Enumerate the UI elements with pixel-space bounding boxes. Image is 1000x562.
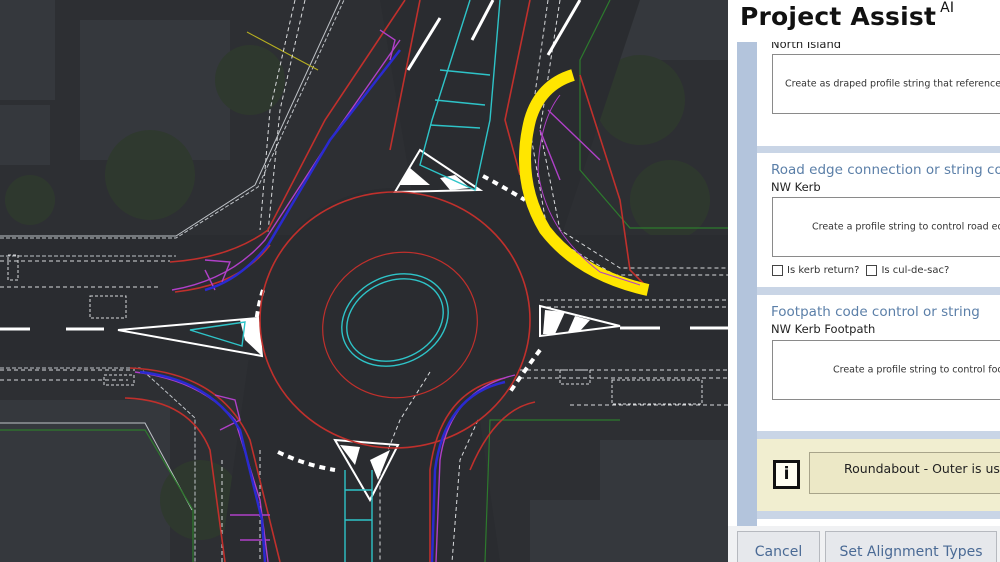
section-subtitle: NW Kerb [771, 180, 821, 194]
cul-de-sac-label: Is cul-de-sac? [881, 265, 950, 276]
action-text: Create a profile string to control road … [812, 221, 1000, 233]
create-draped-profile-button[interactable]: Create as draped profile string that ref… [772, 54, 1000, 114]
roundabout-drawing[interactable] [0, 0, 728, 562]
section-title: Road edge connection or string control [771, 162, 1000, 178]
set-alignment-types-button[interactable]: Set Alignment Types [825, 531, 997, 562]
create-road-edge-profile-button[interactable]: Create a profile string to control road … [772, 197, 1000, 257]
roundabout-info-message[interactable]: Roundabout - Outer is used [809, 452, 1000, 494]
next-section-partial [757, 519, 1000, 526]
action-text: Create a profile string to control footp… [833, 364, 1000, 376]
sections-container: North Island Create as draped profile st… [757, 42, 1000, 526]
info-icon: i [773, 460, 800, 489]
sections-scroll-area[interactable]: North Island Create as draped profile st… [737, 42, 1000, 526]
cancel-button[interactable]: Cancel [737, 531, 820, 562]
section-footpath: Footpath code control or string NW Kerb … [757, 295, 1000, 431]
app-title-text: Project Assist [740, 2, 937, 31]
info-message-text: Roundabout - Outer is used [844, 461, 1000, 476]
kerb-return-checkbox[interactable] [772, 265, 783, 276]
kerb-return-label: Is kerb return? [787, 265, 860, 276]
action-text: Create as draped profile string that ref… [785, 78, 1000, 90]
app-title: Project Assist AI [740, 0, 955, 31]
cul-de-sac-checkbox[interactable] [866, 265, 878, 276]
project-assist-panel: Project Assist AI North Island Create as … [728, 0, 1000, 562]
info-section: i Roundabout - Outer is used [757, 439, 1000, 511]
section-road-edge: Road edge connection or string control N… [757, 153, 1000, 287]
cad-map-viewport[interactable] [0, 0, 728, 562]
section-subtitle: North Island [771, 42, 842, 51]
checkbox-row: Is kerb return? Is cul-de-sac? [772, 265, 949, 276]
app-title-suffix: AI [940, 0, 955, 16]
create-footpath-profile-button[interactable]: Create a profile string to control footp… [772, 340, 1000, 400]
section-subtitle: NW Kerb Footpath [771, 322, 876, 336]
section-north-island: North Island Create as draped profile st… [757, 42, 1000, 146]
section-title: Footpath code control or string [771, 304, 980, 320]
